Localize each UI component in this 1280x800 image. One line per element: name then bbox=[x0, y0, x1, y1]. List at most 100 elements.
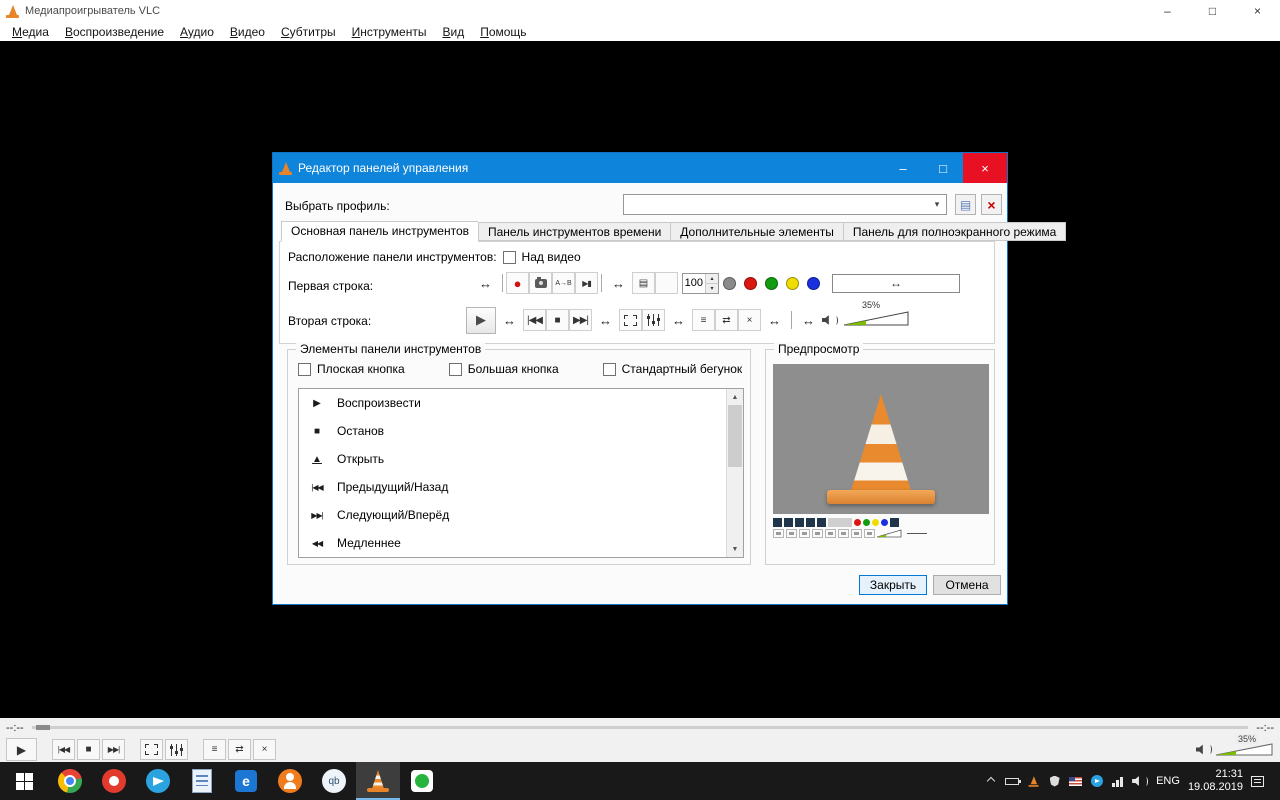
taskbar-green-app[interactable] bbox=[400, 762, 444, 800]
new-profile-button[interactable]: ▤ bbox=[955, 194, 976, 215]
native-slider-option[interactable]: Стандартный бегунок bbox=[602, 362, 742, 376]
menu-help[interactable]: Помощь bbox=[472, 23, 534, 41]
taskbar-edge[interactable]: e bbox=[224, 762, 268, 800]
stop-button[interactable]: ■ bbox=[77, 739, 100, 760]
list-item[interactable]: ▲ Открыть bbox=[299, 445, 743, 473]
random-button[interactable]: × bbox=[253, 739, 276, 760]
scrollbar-track[interactable] bbox=[727, 405, 743, 541]
previous-button[interactable]: |◀◀ bbox=[52, 739, 75, 760]
close-dialog-button[interactable]: Закрыть bbox=[859, 575, 927, 595]
list-item[interactable]: ◀◀ Медленнее bbox=[299, 529, 743, 557]
taskbar-chrome[interactable] bbox=[48, 762, 92, 800]
spinner-up-icon[interactable]: ▴ bbox=[706, 273, 718, 284]
tab-advanced-widget[interactable]: Дополнительные элементы bbox=[670, 222, 843, 241]
blank-widget-button[interactable] bbox=[655, 272, 678, 294]
playlist-toggle-widget[interactable]: ≡ bbox=[692, 309, 715, 331]
loop-button[interactable]: ⇄ bbox=[228, 739, 251, 760]
list-scrollbar[interactable]: ▲ ▼ bbox=[726, 389, 743, 557]
vlc-tray-icon[interactable] bbox=[1027, 773, 1040, 789]
extended-settings-widget[interactable] bbox=[642, 309, 665, 331]
delete-profile-button[interactable]: × bbox=[981, 194, 1002, 215]
list-item[interactable]: |◀◀ Предыдущий/Назад bbox=[299, 473, 743, 501]
maximize-button[interactable]: □ bbox=[1190, 0, 1235, 22]
spacer-icon[interactable]: ↔ bbox=[802, 313, 815, 328]
snapshot-button[interactable] bbox=[529, 272, 552, 294]
chevron-down-icon[interactable]: ▾ bbox=[928, 195, 946, 214]
seek-handle[interactable] bbox=[35, 725, 50, 730]
spacer-icon[interactable]: ↔ bbox=[672, 313, 685, 328]
action-center-icon[interactable] bbox=[1251, 773, 1264, 789]
gray-dot-widget[interactable] bbox=[723, 276, 736, 290]
clock[interactable]: 21:31 19.08.2019 bbox=[1188, 768, 1243, 794]
red-dot-widget[interactable] bbox=[744, 276, 757, 290]
play-widget[interactable]: ▶ bbox=[466, 306, 496, 334]
menu-subtitles[interactable]: Субтитры bbox=[273, 23, 344, 41]
scroll-up-icon[interactable]: ▲ bbox=[727, 389, 743, 405]
volume-widget[interactable]: 35% bbox=[843, 300, 910, 329]
speaker-icon[interactable] bbox=[1196, 744, 1212, 755]
play-button[interactable]: ▶ bbox=[6, 738, 37, 761]
spacer-icon[interactable]: ↔ bbox=[612, 276, 625, 291]
start-button[interactable] bbox=[0, 762, 48, 800]
spinner-down-icon[interactable]: ▾ bbox=[706, 283, 718, 293]
flat-button-checkbox[interactable] bbox=[298, 362, 311, 376]
taskbar-vlc[interactable] bbox=[356, 762, 400, 800]
scroll-down-icon[interactable]: ▼ bbox=[727, 541, 743, 557]
next-widget[interactable]: ▶▶| bbox=[569, 309, 592, 331]
volume-slider[interactable] bbox=[1216, 743, 1274, 756]
battery-icon[interactable] bbox=[1005, 773, 1022, 789]
speaker-icon[interactable] bbox=[822, 315, 838, 326]
spacer-icon[interactable]: ↔ bbox=[599, 313, 612, 328]
fullscreen-button[interactable] bbox=[140, 739, 163, 760]
list-item[interactable]: ▶ Воспроизвести bbox=[299, 389, 743, 417]
record-button[interactable]: ● bbox=[506, 272, 529, 294]
green-dot-widget[interactable] bbox=[765, 276, 778, 290]
taskbar-telegram[interactable] bbox=[136, 762, 180, 800]
close-button[interactable]: × bbox=[1235, 0, 1280, 22]
next-button[interactable]: ▶▶| bbox=[102, 739, 125, 760]
extended-settings-button[interactable] bbox=[165, 739, 188, 760]
taskbar-browser[interactable] bbox=[92, 762, 136, 800]
telegram-tray-icon[interactable] bbox=[1090, 773, 1103, 789]
spacer-icon[interactable]: ↔ bbox=[503, 313, 516, 328]
frame-by-frame-button[interactable]: ▶▮ bbox=[575, 272, 598, 294]
network-icon[interactable] bbox=[1111, 773, 1124, 789]
spacer-icon[interactable]: ↔ bbox=[768, 313, 781, 328]
tab-time-toolbar[interactable]: Панель инструментов времени bbox=[478, 222, 671, 241]
playlist-button[interactable]: ≡ bbox=[203, 739, 226, 760]
dialog-minimize-button[interactable]: – bbox=[883, 153, 923, 183]
spacer-icon[interactable]: ↔ bbox=[479, 276, 492, 291]
seek-slider[interactable] bbox=[31, 725, 1249, 730]
playlist-widget-button[interactable]: ▤ bbox=[632, 272, 655, 294]
loop-widget[interactable]: ⇄ bbox=[715, 309, 738, 331]
hidden-icons-chevron[interactable] bbox=[984, 773, 997, 789]
blue-dot-widget[interactable] bbox=[807, 276, 820, 290]
dialog-close-button[interactable]: × bbox=[963, 153, 1007, 183]
text-field-widget[interactable]: ↔ bbox=[832, 273, 960, 293]
list-item[interactable]: ▶▶| Следующий/Вперёд bbox=[299, 501, 743, 529]
above-video-checkbox[interactable] bbox=[502, 250, 516, 264]
security-shield-icon[interactable] bbox=[1048, 773, 1061, 789]
cancel-button[interactable]: Отмена bbox=[933, 575, 1001, 595]
menu-view[interactable]: Вид bbox=[434, 23, 472, 41]
big-button-option[interactable]: Большая кнопка bbox=[448, 362, 559, 376]
menu-video[interactable]: Видео bbox=[222, 23, 273, 41]
minimize-button[interactable]: – bbox=[1145, 0, 1190, 22]
random-widget[interactable]: × bbox=[738, 309, 761, 331]
volume-tray-icon[interactable] bbox=[1132, 773, 1149, 789]
dialog-maximize-button[interactable]: □ bbox=[923, 153, 963, 183]
taskbar-notes[interactable] bbox=[180, 762, 224, 800]
tab-fullscreen-controller[interactable]: Панель для полноэкранного режима bbox=[842, 222, 1067, 241]
menu-audio[interactable]: Аудио bbox=[172, 23, 222, 41]
menu-playback[interactable]: Воспроизведение bbox=[57, 23, 172, 41]
tab-main-toolbar[interactable]: Основная панель инструментов bbox=[281, 221, 478, 242]
big-button-checkbox[interactable] bbox=[448, 362, 462, 376]
volume-slider[interactable] bbox=[843, 311, 910, 326]
scrollbar-thumb[interactable] bbox=[728, 405, 742, 467]
language-flag-icon[interactable] bbox=[1069, 773, 1083, 789]
menu-media[interactable]: Медиа bbox=[4, 23, 57, 41]
taskbar-qbittorrent[interactable]: qb bbox=[312, 762, 356, 800]
keyboard-language[interactable]: ENG bbox=[1156, 775, 1180, 787]
stop-widget[interactable]: ■ bbox=[546, 309, 569, 331]
fullscreen-widget[interactable] bbox=[619, 309, 642, 331]
